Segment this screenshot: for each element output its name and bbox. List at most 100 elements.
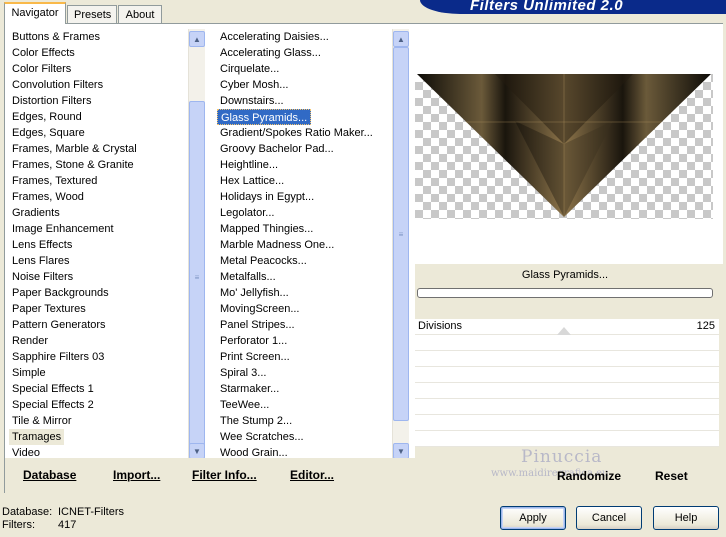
list-item[interactable]: Paper Backgrounds (9, 285, 112, 301)
tab-navigator[interactable]: Navigator (4, 2, 66, 24)
list-item[interactable]: Frames, Wood (9, 189, 87, 205)
slider-value: 125 (696, 320, 715, 332)
empty-slider-row (415, 431, 719, 447)
list-item[interactable]: Accelerating Glass... (217, 45, 324, 61)
editor-button[interactable]: Editor... (290, 468, 334, 482)
list-item[interactable]: Lens Flares (9, 253, 72, 269)
scroll-down-icon[interactable]: ▼ (393, 443, 409, 459)
list-item[interactable]: Distortion Filters (9, 93, 94, 109)
tab-strip: Navigator Presets About (0, 0, 420, 24)
list-item[interactable]: Cyber Mosh... (217, 77, 291, 93)
tab-presets[interactable]: Presets (67, 5, 117, 24)
list-item[interactable]: Special Effects 1 (9, 381, 97, 397)
glass-pyramids-preview (417, 74, 711, 217)
filter-scrollbar[interactable]: ▲ ≡ ▼ (392, 29, 409, 461)
list-item[interactable]: Metalfalls... (217, 269, 279, 285)
list-item[interactable]: Perforator 1... (217, 333, 290, 349)
list-item[interactable]: Groovy Bachelor Pad... (217, 141, 337, 157)
list-item[interactable]: Frames, Textured (9, 173, 100, 189)
list-item[interactable]: Holidays in Egypt... (217, 189, 317, 205)
list-item[interactable]: Wee Scratches... (217, 429, 307, 445)
list-item[interactable]: Accelerating Daisies... (217, 29, 332, 45)
list-item[interactable]: Pattern Generators (9, 317, 109, 333)
watermark-name: Pinuccia (521, 447, 603, 467)
cancel-button[interactable]: Cancel (576, 506, 642, 530)
list-item[interactable]: Frames, Marble & Crystal (9, 141, 140, 157)
divisions-slider[interactable]: Divisions 125 (415, 319, 719, 335)
scroll-thumb[interactable]: ≡ (393, 47, 409, 421)
list-item[interactable]: Tile & Mirror (9, 413, 74, 429)
list-item[interactable]: Color Filters (9, 61, 74, 77)
list-item[interactable]: MovingScreen... (217, 301, 302, 317)
list-item[interactable]: Mo' Jellyfish... (217, 285, 292, 301)
list-item[interactable]: Gradients (9, 205, 63, 221)
scroll-thumb[interactable]: ≡ (189, 101, 205, 453)
empty-slider-row (415, 415, 719, 431)
help-button[interactable]: Help (653, 506, 719, 530)
list-item[interactable]: Print Screen... (217, 349, 293, 365)
list-item[interactable]: Image Enhancement (9, 221, 117, 237)
list-item[interactable]: Edges, Round (9, 109, 85, 125)
list-item[interactable]: Edges, Square (9, 125, 88, 141)
list-item[interactable]: Downstairs... (217, 93, 287, 109)
category-list[interactable]: Buttons & Frames Color Effects Color Filte… (9, 29, 191, 461)
status-filters-label: Filters: (2, 519, 35, 531)
list-item[interactable]: Starmaker... (217, 381, 282, 397)
slider-thumb-icon[interactable] (557, 327, 571, 335)
list-item[interactable]: Simple (9, 365, 49, 381)
list-item[interactable]: Marble Madness One... (217, 237, 337, 253)
list-item[interactable]: Heightline... (217, 157, 281, 173)
randomize-button[interactable]: Randomize (557, 469, 621, 483)
transparency-checker (415, 74, 713, 219)
list-item[interactable]: Special Effects 2 (9, 397, 97, 413)
list-item[interactable]: Panel Stripes... (217, 317, 298, 333)
status-filters-value: 417 (58, 519, 77, 531)
filter-controls: Glass Pyramids... Divisions 125 Pinuccia… (415, 264, 723, 493)
status-database-value: ICNET-Filters (58, 506, 124, 518)
reset-button[interactable]: Reset (655, 469, 688, 483)
list-item[interactable]: Gradient/Spokes Ratio Maker... (217, 125, 376, 141)
import-button[interactable]: Import... (113, 468, 160, 482)
empty-slider-row (415, 399, 719, 415)
main-panel: Buttons & Frames Color Effects Color Filte… (4, 23, 723, 493)
database-button[interactable]: Database (23, 468, 76, 482)
list-item[interactable]: Metal Peacocks... (217, 253, 310, 269)
status-database: Database: ICNET-Filters (2, 506, 124, 518)
list-item[interactable]: Hex Lattice... (217, 173, 287, 189)
tab-about[interactable]: About (118, 5, 162, 24)
list-item[interactable]: Spiral 3... (217, 365, 269, 381)
empty-slider-row (415, 351, 719, 367)
list-item[interactable]: Mapped Thingies... (217, 221, 316, 237)
list-item[interactable]: Cirquelate... (217, 61, 282, 77)
status-database-label: Database: (2, 506, 53, 518)
list-item[interactable]: Convolution Filters (9, 77, 106, 93)
list-item[interactable]: The Stump 2... (217, 413, 295, 429)
empty-slider-row (415, 335, 719, 351)
progress-bar (417, 288, 713, 298)
list-item[interactable]: Legolator... (217, 205, 277, 221)
list-item[interactable]: Glass Pyramids... (217, 109, 312, 125)
list-item[interactable]: Tramages (9, 429, 65, 445)
app-banner-title: Filters Unlimited 2.0 (420, 0, 726, 14)
empty-slider-row (415, 367, 719, 383)
selected-filter-name: Glass Pyramids... (521, 269, 609, 281)
list-item[interactable]: Buttons & Frames (9, 29, 103, 45)
list-item[interactable]: Paper Textures (9, 301, 89, 317)
list-item[interactable]: Lens Effects (9, 237, 75, 253)
apply-button[interactable]: Apply (500, 506, 566, 530)
list-item[interactable]: Render (9, 333, 51, 349)
filter-list[interactable]: Accelerating Daisies... Accelerating Glas… (217, 29, 397, 461)
slider-label: Divisions (418, 320, 463, 332)
list-item[interactable]: Color Effects (9, 45, 78, 61)
slider-area: Divisions 125 Pinuccia www.maidiregrafic… (415, 319, 719, 479)
list-item[interactable]: Frames, Stone & Granite (9, 157, 137, 173)
scroll-down-icon[interactable]: ▼ (189, 443, 205, 459)
list-item[interactable]: TeeWee... (217, 397, 272, 413)
list-item[interactable]: Noise Filters (9, 269, 76, 285)
scroll-up-icon[interactable]: ▲ (393, 31, 409, 47)
preview-pane (415, 24, 723, 264)
category-scrollbar[interactable]: ▲ ≡ ▼ (188, 29, 205, 461)
filter-info-button[interactable]: Filter Info... (192, 468, 257, 482)
list-item[interactable]: Sapphire Filters 03 (9, 349, 107, 365)
scroll-up-icon[interactable]: ▲ (189, 31, 205, 47)
